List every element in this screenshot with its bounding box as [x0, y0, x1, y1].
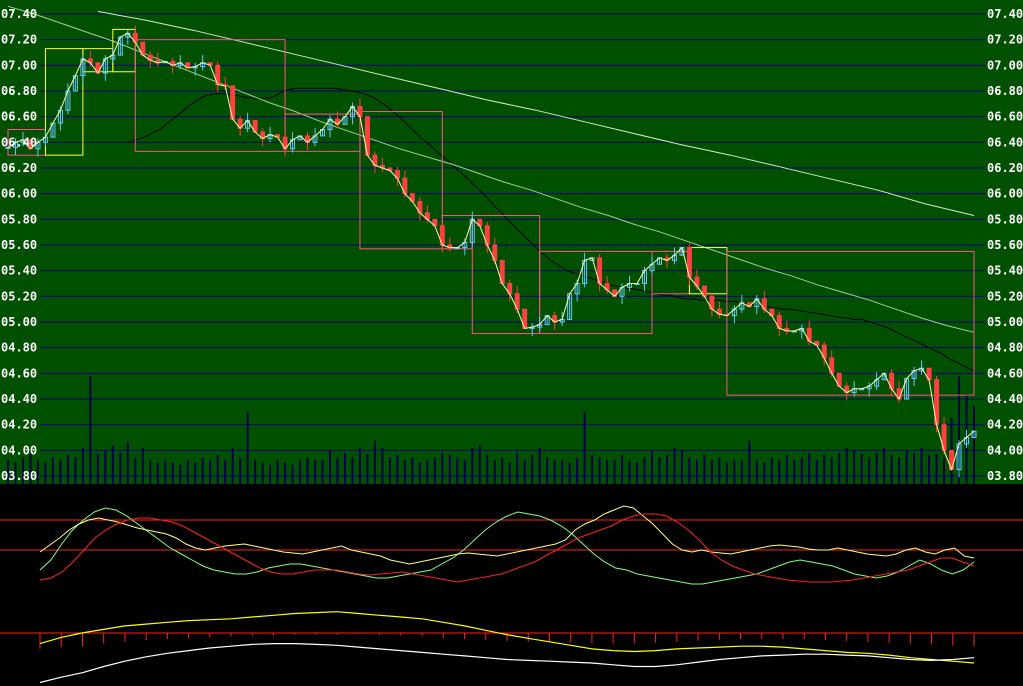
right-tick-label: 06.40	[987, 135, 1023, 149]
left-tick-label: 04.20	[1, 418, 37, 432]
right-tick-label: 06.00	[987, 187, 1023, 201]
right-tick-label: 07.40	[987, 7, 1023, 21]
right-tick-label: 05.80	[987, 212, 1023, 226]
right-tick-label: 05.60	[987, 238, 1023, 252]
left-tick-label: 05.80	[1, 212, 37, 226]
left-tick-label: 05.20	[1, 289, 37, 303]
left-tick-label: 05.00	[1, 315, 37, 329]
right-tick-label: 06.80	[987, 84, 1023, 98]
left-tick-label: 06.40	[1, 135, 37, 149]
left-tick-label: 06.80	[1, 84, 37, 98]
right-tick-label: 05.00	[987, 315, 1023, 329]
left-tick-label: 05.60	[1, 238, 37, 252]
stock-chart: 07.40 07.20 07.00 06.80 06.60 06.40 06.20 06.00…	[0, 0, 1023, 686]
right-tick-label: 07.20	[987, 33, 1023, 47]
right-tick-label: 06.60	[987, 110, 1023, 124]
right-tick-label: 04.20	[987, 418, 1023, 432]
left-tick-label: 06.60	[1, 110, 37, 124]
right-tick-label: 06.20	[987, 161, 1023, 175]
left-tick-label: 03.80	[1, 469, 37, 483]
right-tick-label: 04.80	[987, 341, 1023, 355]
left-tick-label: 06.20	[1, 161, 37, 175]
left-tick-label: 06.00	[1, 187, 37, 201]
right-tick-label: 07.00	[987, 58, 1023, 72]
left-tick-label: 07.00	[1, 58, 37, 72]
right-tick-label: 03.80	[987, 469, 1023, 483]
left-tick-label: 04.40	[1, 392, 37, 406]
left-tick-label: 07.40	[1, 7, 37, 21]
left-tick-label: 07.20	[1, 33, 37, 47]
left-tick-label: 04.80	[1, 341, 37, 355]
price-panel-background	[0, 0, 1023, 484]
right-tick-label: 05.20	[987, 289, 1023, 303]
left-tick-label: 04.60	[1, 366, 37, 380]
left-tick-label: 05.40	[1, 264, 37, 278]
right-tick-label: 04.00	[987, 443, 1023, 457]
right-tick-label: 05.40	[987, 264, 1023, 278]
right-tick-label: 04.40	[987, 392, 1023, 406]
left-tick-label: 04.00	[1, 443, 37, 457]
right-tick-label: 04.60	[987, 366, 1023, 380]
